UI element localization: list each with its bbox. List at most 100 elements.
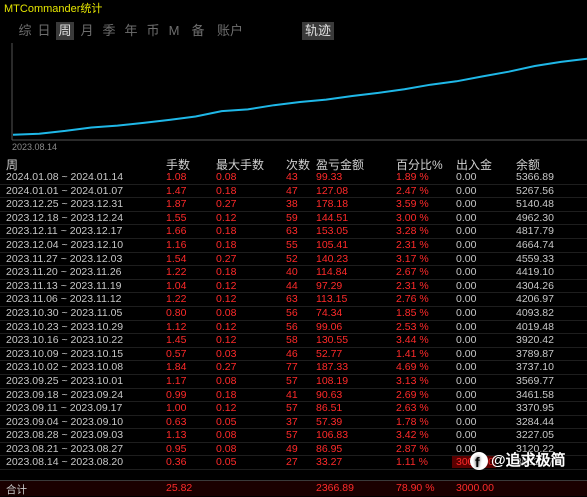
cell-week: 2023.11.27 ~ 2023.12.03 (6, 252, 123, 265)
cell-lots: 1.45 (166, 334, 187, 347)
cell-lots: 1.16 (166, 238, 187, 251)
table-row: 2023.08.28 ~ 2023.09.03 1.13 0.08 57 106.83 3… (0, 429, 587, 443)
tab-5[interactable]: 年 (122, 22, 140, 40)
cell-pnl: 57.39 (316, 415, 343, 428)
table-row: 2023.09.11 ~ 2023.09.17 1.00 0.12 57 86.51 2.… (0, 402, 587, 416)
cell-bal: 3461.58 (516, 388, 554, 401)
cell-flow: 0.00 (456, 374, 477, 387)
cell-lots: 1.54 (166, 252, 187, 265)
table-row: 2023.10.23 ~ 2023.10.29 1.12 0.12 56 99.06 2.… (0, 321, 587, 335)
cell-max: 0.08 (216, 306, 237, 319)
tab-7[interactable]: M (167, 22, 181, 40)
cell-cnt: 57 (286, 402, 298, 415)
cell-flow: 0.00 (456, 252, 477, 265)
cell-bal: 4093.82 (516, 306, 554, 319)
cell-max: 0.08 (216, 442, 237, 455)
cell-week: 2023.12.11 ~ 2023.12.17 (6, 225, 123, 238)
cell-week: 2023.08.21 ~ 2023.08.27 (6, 442, 124, 455)
cell-pnl: 99.06 (316, 320, 343, 333)
cell-week: 2023.11.13 ~ 2023.11.19 (6, 279, 122, 292)
cell-week: 2023.10.23 ~ 2023.10.29 (6, 320, 124, 333)
tab-9[interactable]: 账户 (214, 22, 246, 40)
total-pct: 78.90 % (396, 482, 435, 494)
cell-flow: 0.00 (456, 306, 477, 319)
cell-pnl: 86.95 (316, 442, 343, 455)
cell-max: 0.08 (216, 374, 237, 387)
cell-flow: 0.00 (456, 388, 477, 401)
cell-pct: 1.41 % (396, 347, 429, 360)
tab-2[interactable]: 周 (56, 22, 74, 40)
cell-pnl: 33.27 (316, 456, 343, 469)
watermark-logo-icon (470, 451, 488, 473)
cell-week: 2023.10.16 ~ 2023.10.22 (6, 334, 124, 347)
cell-week: 2023.12.18 ~ 2023.12.24 (6, 211, 124, 224)
cell-week: 2023.12.04 ~ 2023.12.10 (6, 238, 124, 251)
cell-week: 2024.01.08 ~ 2024.01.14 (6, 171, 124, 183)
cell-pnl: 74.34 (316, 306, 343, 319)
tab-0[interactable]: 综 (14, 22, 36, 40)
cell-pct: 1.89 % (396, 171, 429, 183)
cell-pnl: 153.05 (316, 225, 349, 238)
cell-bal: 4206.97 (516, 293, 554, 306)
cell-week: 2023.09.18 ~ 2023.09.24 (6, 388, 124, 401)
cell-pnl: 114.84 (316, 266, 348, 279)
cell-bal: 3284.44 (516, 415, 554, 428)
cell-pct: 3.44 % (396, 334, 429, 347)
cell-max: 0.27 (216, 252, 237, 265)
tab-3[interactable]: 月 (78, 22, 96, 40)
cell-pct: 3.59 % (396, 198, 429, 211)
cell-max: 0.18 (216, 238, 237, 251)
table-header: 周 手数 最大手数 次数 盈亏金额 百分比% 出入金 余额 (0, 155, 587, 172)
table-row: 2023.12.04 ~ 2023.12.10 1.16 0.18 55 105.41 2… (0, 239, 587, 253)
cell-pct: 2.31 % (396, 279, 429, 292)
cell-pct: 1.11 % (396, 456, 428, 469)
cell-max: 0.05 (216, 415, 237, 428)
cell-flow: 0.00 (456, 211, 477, 224)
window-title: MTCommander统计 (0, 0, 587, 18)
cell-max: 0.12 (216, 334, 237, 347)
cell-max: 0.03 (216, 347, 237, 360)
tab-8[interactable]: 备 (188, 22, 208, 40)
table-row: 2023.09.04 ~ 2023.09.10 0.63 0.05 37 57.39 1.… (0, 416, 587, 430)
cell-pct: 3.17 % (396, 252, 429, 265)
cell-max: 0.18 (216, 184, 237, 197)
tab-6[interactable]: 币 (144, 22, 162, 40)
cell-pct: 3.13 % (396, 374, 429, 387)
cell-lots: 1.08 (166, 171, 187, 183)
tab-4[interactable]: 季 (100, 22, 118, 40)
total-flow: 3000.00 (456, 482, 494, 494)
cell-bal: 3569.77 (516, 374, 554, 387)
cell-pnl: 127.08 (316, 184, 349, 197)
cell-max: 0.18 (216, 225, 237, 238)
cell-lots: 1.13 (166, 429, 187, 442)
cell-cnt: 63 (286, 225, 298, 238)
watermark: @追求极简 (470, 450, 566, 473)
cell-cnt: 43 (286, 171, 298, 183)
cell-pct: 2.53 % (396, 320, 429, 333)
cell-cnt: 46 (286, 347, 298, 360)
cell-pct: 2.87 % (396, 442, 429, 455)
cell-flow: 0.00 (456, 334, 477, 347)
tab-10[interactable]: 轨迹 (302, 22, 334, 40)
cell-lots: 1.17 (166, 374, 187, 387)
cell-flow: 0.00 (456, 184, 477, 197)
cell-bal: 3789.87 (516, 347, 554, 360)
cell-week: 2023.09.04 ~ 2023.09.10 (6, 415, 124, 428)
cell-week: 2023.09.25 ~ 2023.10.01 (6, 374, 124, 387)
cell-max: 0.18 (216, 266, 237, 279)
tab-1[interactable]: 日 (35, 22, 53, 40)
cell-lots: 0.80 (166, 306, 187, 319)
cell-bal: 5267.56 (516, 184, 554, 197)
cell-max: 0.08 (216, 171, 237, 183)
cell-week: 2023.09.11 ~ 2023.09.17 (6, 402, 123, 415)
cell-flow: 0.00 (456, 198, 477, 211)
cell-cnt: 38 (286, 198, 298, 211)
cell-max: 0.08 (216, 429, 237, 442)
cell-pnl: 97.29 (316, 279, 343, 292)
cell-cnt: 49 (286, 442, 298, 455)
cell-cnt: 77 (286, 361, 298, 374)
cell-pct: 3.28 % (396, 225, 429, 238)
cell-bal: 4019.48 (516, 320, 554, 333)
cell-lots: 0.63 (166, 415, 187, 428)
total-pnl: 2366.89 (316, 482, 354, 494)
